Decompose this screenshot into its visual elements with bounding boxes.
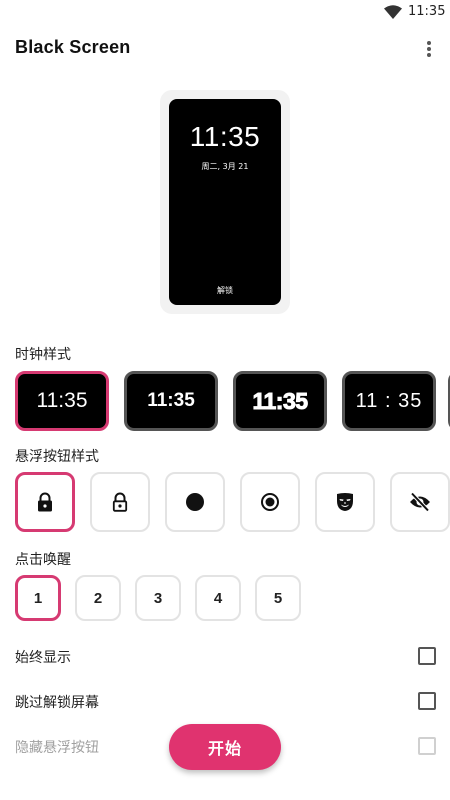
tap-wake-option-5[interactable]: 5	[255, 575, 301, 621]
button-style-option-lock[interactable]	[15, 472, 75, 532]
setting-always-show-label: 始终显示	[15, 650, 71, 666]
app-title: Black Screen	[15, 37, 131, 57]
status-time: 11:35	[408, 4, 446, 19]
setting-always-show[interactable]: 始终显示	[15, 645, 438, 669]
tap-wake-option-1[interactable]: 1	[15, 575, 61, 621]
wifi-icon	[384, 5, 402, 19]
preview-time: 11:35	[189, 121, 261, 152]
setting-hide-button-checkbox	[418, 737, 436, 755]
button-style-option-lock-outline[interactable]	[90, 472, 150, 532]
clock-style-text: 11:35	[147, 390, 195, 411]
preview-screen: 11:35 周二, 3月 21 解锁	[169, 99, 281, 305]
start-button[interactable]: 开始	[169, 724, 281, 770]
radio-button-icon	[261, 493, 279, 511]
clock-style-text: 11 : 35	[355, 389, 423, 412]
clock-style-option-4[interactable]: 11 : 35	[342, 371, 436, 431]
button-style-option-eye-off[interactable]	[390, 472, 450, 532]
setting-skip-unlock-checkbox[interactable]	[418, 692, 436, 710]
more-vert-icon[interactable]	[419, 38, 439, 60]
lock-icon	[38, 492, 52, 512]
tap-wake-option-3[interactable]: 3	[135, 575, 181, 621]
clock-style-label: 时钟样式	[15, 347, 71, 363]
setting-skip-unlock-label: 跳过解锁屏幕	[15, 695, 99, 711]
setting-skip-unlock[interactable]: 跳过解锁屏幕	[15, 690, 438, 714]
setting-always-show-checkbox[interactable]	[418, 647, 436, 665]
eye-off-icon	[410, 492, 430, 512]
button-style-label: 悬浮按钮样式	[15, 449, 99, 465]
preview-date: 周二, 3月 21	[201, 162, 249, 171]
mask-icon	[337, 493, 353, 511]
button-style-option-mask[interactable]	[315, 472, 375, 532]
tap-wake-label: 点击唤醒	[15, 552, 71, 568]
circle-icon	[186, 493, 204, 511]
button-style-option-radio[interactable]	[240, 472, 300, 532]
clock-style-list: 11:35 11:35 11:35 11 : 35	[15, 371, 450, 431]
button-style-option-circle[interactable]	[165, 472, 225, 532]
clock-style-option-1[interactable]: 11:35	[15, 371, 109, 431]
status-bar: 11:35	[0, 0, 450, 24]
tap-wake-option-2[interactable]: 2	[75, 575, 121, 621]
tap-wake-option-4[interactable]: 4	[195, 575, 241, 621]
setting-hide-button-label: 隐藏悬浮按钮	[15, 740, 99, 756]
clock-style-option-3[interactable]: 11:35	[233, 371, 327, 431]
clock-style-option-2[interactable]: 11:35	[124, 371, 218, 431]
preview-unlock-label: 解锁	[217, 286, 233, 295]
preview-frame: 11:35 周二, 3月 21 解锁	[160, 90, 290, 314]
clock-style-text: 11:35	[252, 387, 309, 414]
lock-outline-icon	[112, 492, 128, 512]
clock-style-text: 11:35	[36, 389, 88, 412]
